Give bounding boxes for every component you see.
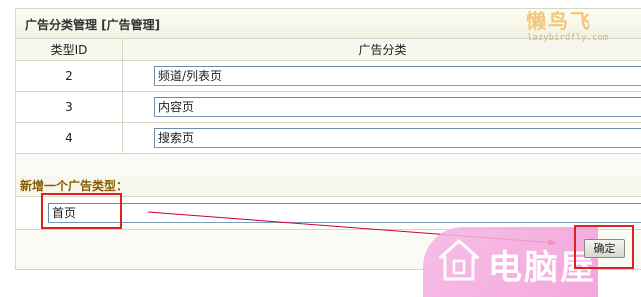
type-name-cell: 内容页 [123,92,641,122]
watermark-badge: 电脑屋 [423,227,598,297]
table-row: 4 搜索页 [16,123,641,154]
column-header-id: 类型ID [16,39,123,61]
category-name-input[interactable]: 内容页 [154,97,641,117]
type-name-cell: 频道/列表页 [123,61,641,91]
category-name-input[interactable]: 搜索页 [154,128,641,148]
highlight-input-box [41,193,122,229]
table-row: 3 内容页 [16,92,641,123]
house-icon [439,239,479,281]
type-id-cell: 3 [16,92,123,122]
type-id-cell: 2 [16,61,123,91]
table-row: 2 频道/列表页 [16,61,641,92]
logo-wordmark: 懒鸟飞 [526,9,592,33]
type-name-cell: 搜索页 [123,123,641,153]
type-id-cell: 4 [16,123,123,153]
site-logo: 懒鸟飞 lazybirdfly.com [526,5,638,47]
category-name-input[interactable]: 频道/列表页 [154,66,641,86]
panel-title: 广告分类管理 [广告管理] [25,18,161,32]
logo-url: lazybirdfly.com [527,33,609,43]
confirm-button[interactable]: 确定 [584,239,625,258]
